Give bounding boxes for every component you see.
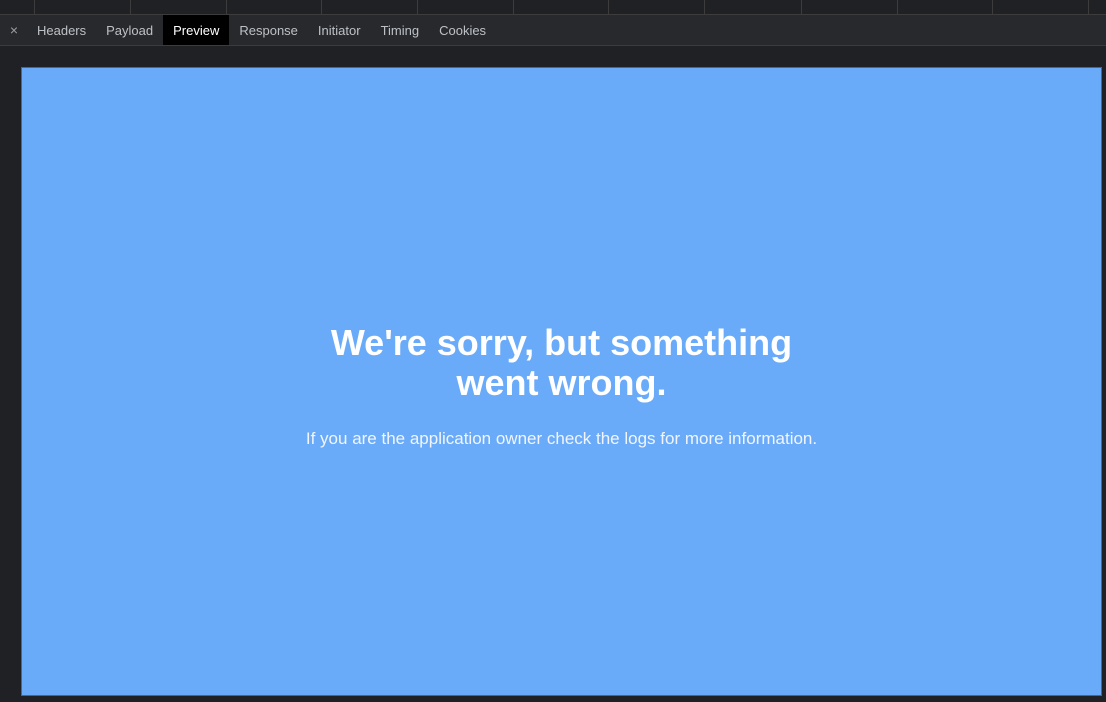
column-divider <box>226 0 227 15</box>
column-divider <box>321 0 322 15</box>
column-divider <box>608 0 609 15</box>
tab-response[interactable]: Response <box>229 15 308 45</box>
tab-headers[interactable]: Headers <box>28 15 96 45</box>
column-divider <box>897 0 898 15</box>
error-heading: We're sorry, but something went wrong. <box>330 322 793 403</box>
column-divider <box>130 0 131 15</box>
column-divider <box>704 0 705 15</box>
network-table-header-strip <box>0 0 1106 15</box>
preview-frame[interactable]: We're sorry, but something went wrong. I… <box>21 67 1102 696</box>
column-divider <box>1088 0 1089 15</box>
error-description: If you are the application owner check t… <box>305 429 818 448</box>
tab-payload[interactable]: Payload <box>96 15 163 45</box>
column-divider <box>992 0 993 15</box>
column-divider <box>417 0 418 15</box>
tab-timing[interactable]: Timing <box>371 15 430 45</box>
error-message: We're sorry, but something went wrong. I… <box>22 323 1101 450</box>
tab-preview[interactable]: Preview <box>163 15 230 45</box>
tab-initiator[interactable]: Initiator <box>308 15 371 45</box>
column-divider <box>513 0 514 15</box>
preview-panel: We're sorry, but something went wrong. I… <box>0 46 1106 702</box>
request-detail-tabbar: × Headers Payload Preview Response Initi… <box>0 15 1106 46</box>
column-divider <box>801 0 802 15</box>
close-icon[interactable]: × <box>0 15 28 45</box>
column-divider <box>34 0 35 15</box>
tab-cookies[interactable]: Cookies <box>429 15 496 45</box>
